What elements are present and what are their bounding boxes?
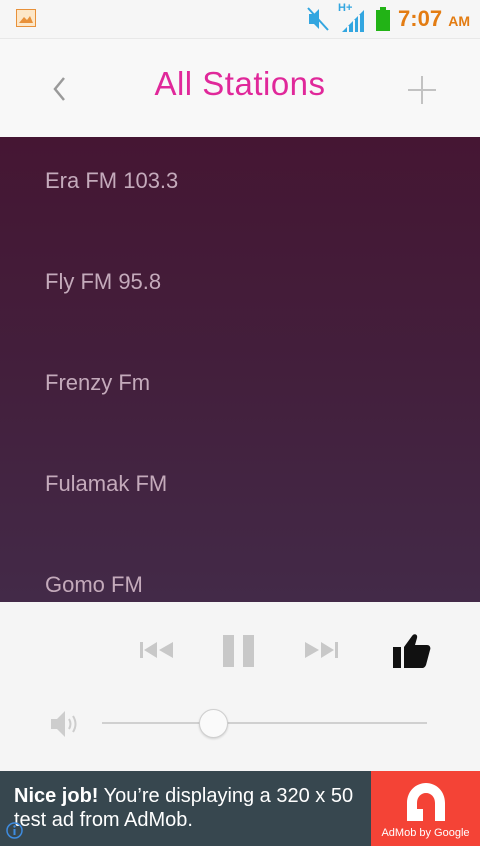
ad-brand: AdMob by Google: [381, 827, 470, 839]
station-item[interactable]: Gomo FM: [45, 572, 143, 598]
signal-icon: H+: [338, 2, 368, 34]
skip-next-icon[interactable]: [303, 640, 339, 660]
time-ampm: AM: [448, 13, 470, 29]
player-panel: [0, 602, 480, 771]
volume-slider-track[interactable]: [102, 722, 427, 724]
volume-slider-thumb[interactable]: [198, 709, 228, 738]
ad-text: Nice job! You’re displaying a 320 x 50 t…: [14, 784, 369, 832]
thumbs-up-icon[interactable]: [392, 632, 432, 670]
status-time: 7:07 AM: [398, 6, 470, 32]
status-bar: H+ 7:07 AM: [0, 0, 480, 38]
admob-logo-panel: AdMob by Google: [371, 771, 480, 846]
status-icons: H+ 7:07 AM: [306, 0, 470, 38]
add-plus-icon[interactable]: [406, 74, 438, 106]
image-notification-icon: [16, 9, 36, 27]
time-value: 7:07: [398, 6, 443, 31]
station-item[interactable]: Fly FM 95.8: [45, 269, 161, 295]
volume-icon: [51, 711, 77, 737]
ad-banner[interactable]: Nice job! You’re displaying a 320 x 50 t…: [0, 771, 480, 846]
bottom-strip: [0, 846, 480, 854]
station-list[interactable]: Era FM 103.3 Fly FM 95.8 Frenzy Fm Fulam…: [0, 137, 480, 602]
pause-icon[interactable]: [222, 634, 256, 668]
station-item[interactable]: Frenzy Fm: [45, 370, 150, 396]
station-item[interactable]: Fulamak FM: [45, 471, 167, 497]
skip-previous-icon[interactable]: [139, 640, 175, 660]
ad-headline: Nice job!: [14, 785, 99, 807]
mute-icon: [307, 7, 329, 31]
admob-logo-icon: [407, 783, 445, 821]
station-item[interactable]: Era FM 103.3: [45, 168, 178, 194]
ad-info-icon[interactable]: [6, 822, 23, 839]
app-header: All Stations: [0, 38, 480, 138]
battery-icon: [376, 7, 391, 31]
